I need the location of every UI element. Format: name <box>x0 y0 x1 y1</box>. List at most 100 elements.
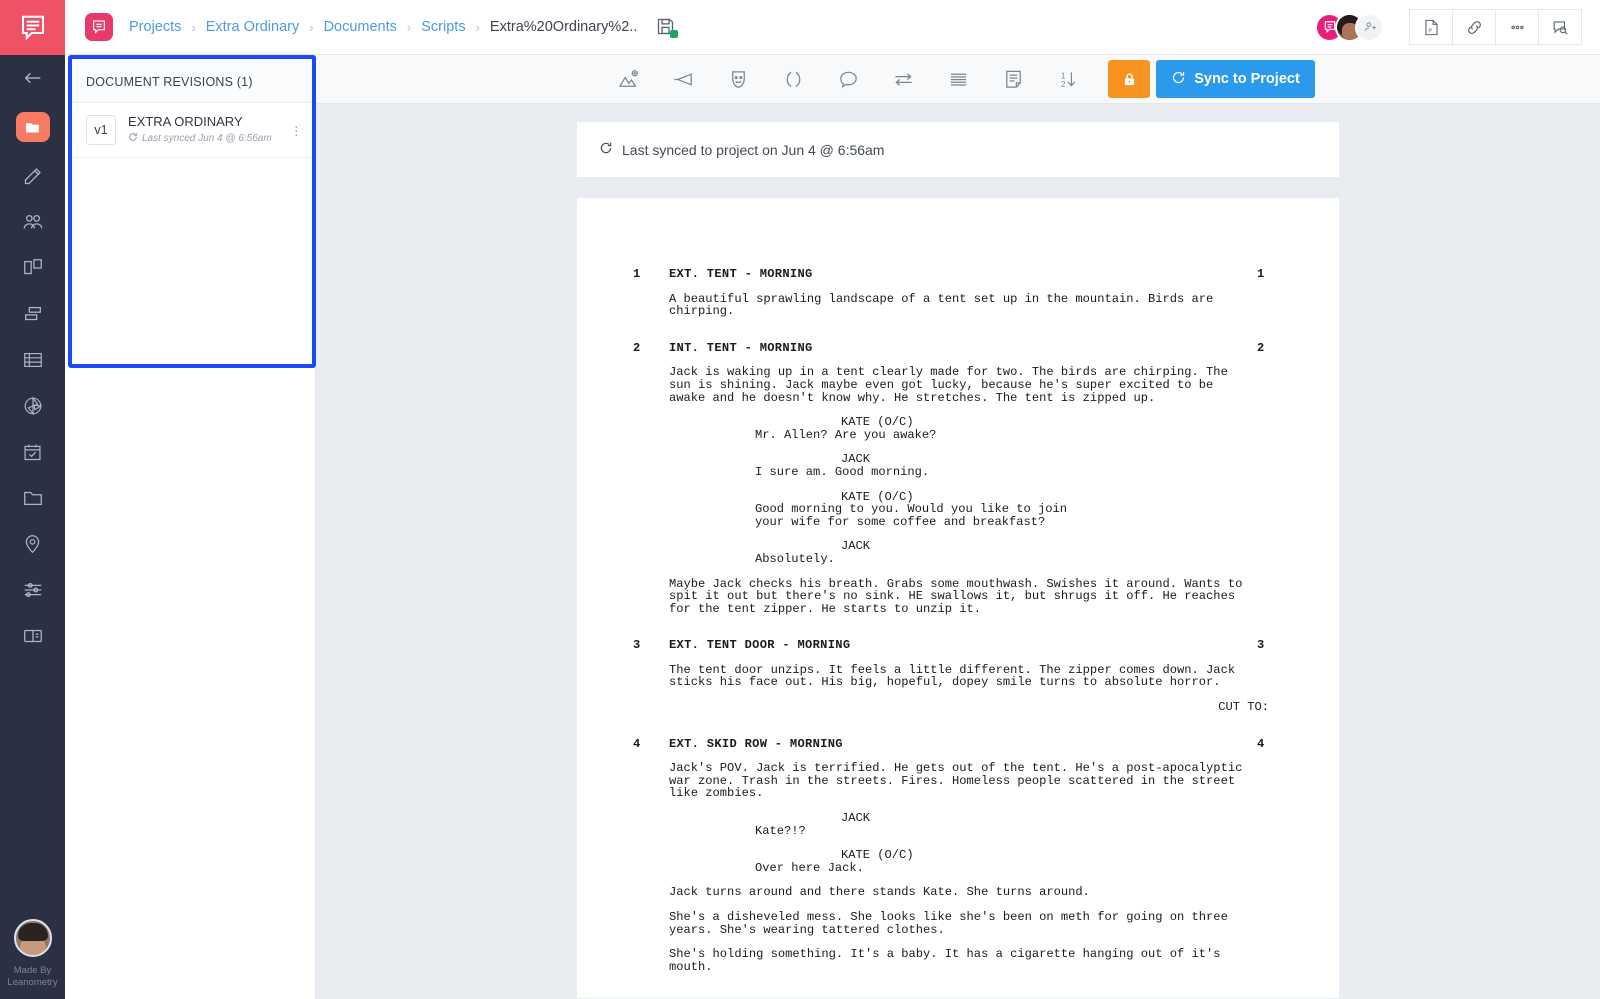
sidebar-item-shot-list[interactable] <box>0 291 65 337</box>
dialogue-tool[interactable] <box>821 59 876 99</box>
sidebar-item-manual[interactable] <box>0 613 65 659</box>
scene-heading-text: EXT. TENT - MORNING <box>669 267 813 281</box>
save-floppy-icon[interactable] <box>655 16 677 38</box>
breadcrumb-item-documents[interactable]: Documents <box>322 17 399 37</box>
breadcrumb-separator: › <box>476 20 480 35</box>
comments-button[interactable] <box>1538 9 1582 45</box>
action-paragraph[interactable]: Jack is waking up in a tent clearly made… <box>669 366 1283 404</box>
character-cue[interactable]: JACK <box>841 812 1283 825</box>
svg-text:P: P <box>1428 28 1432 34</box>
credit-line-2: Leanometry <box>0 977 65 989</box>
sidebar-item-camera[interactable] <box>0 383 65 429</box>
action-paragraph[interactable]: Jack's POV. Jack is terrified. He gets o… <box>669 762 1283 800</box>
revision-sync-status: Last synced Jun 4 @ 6:56am <box>128 132 272 145</box>
sidebar-item-documents[interactable] <box>0 101 65 153</box>
document-sync-status-text: Last synced to project on Jun 4 @ 6:56am <box>622 142 884 158</box>
document-revisions-panel: DOCUMENT REVISIONS (1) v1 EXTRA ORDINARY… <box>68 55 316 368</box>
scene-heading-text: EXT. SKID ROW - MORNING <box>669 737 843 751</box>
action-paragraph[interactable]: The tent door unzips. It feels a little … <box>669 664 1283 689</box>
character-tool[interactable] <box>711 59 766 99</box>
script-page[interactable]: 1EXT. TENT - MORNING1A beautiful sprawli… <box>577 198 1339 998</box>
refresh-icon <box>1171 70 1186 89</box>
export-pdf-button[interactable]: P <box>1409 9 1453 45</box>
scene-number-right: 1 <box>1257 268 1265 281</box>
collaborator-avatars <box>1315 13 1384 42</box>
transition-line[interactable]: CUT TO: <box>633 701 1283 714</box>
sidebar-item-settings-sliders[interactable] <box>0 567 65 613</box>
scene-heading-tool[interactable] <box>601 59 656 99</box>
project-logo-icon[interactable] <box>85 13 113 41</box>
dialogue-line[interactable]: Kate?!? <box>755 825 1283 838</box>
scene-number-left: 3 <box>633 639 641 652</box>
character-cue[interactable]: JACK <box>841 540 1283 553</box>
add-collaborator-button[interactable] <box>1355 13 1384 42</box>
sidebar-item-files[interactable] <box>0 475 65 521</box>
app-logo[interactable] <box>0 0 65 55</box>
document-scroll-area[interactable]: Last synced to project on Jun 4 @ 6:56am… <box>316 104 1600 999</box>
revision-row[interactable]: v1 EXTRA ORDINARY Last synced Jun 4 @ 6:… <box>72 103 312 158</box>
dialogue-line[interactable]: Over here Jack. <box>755 862 1283 875</box>
note-tool[interactable] <box>986 59 1041 99</box>
script-body[interactable]: 1EXT. TENT - MORNING1A beautiful sprawli… <box>633 268 1283 973</box>
refresh-icon <box>599 141 613 158</box>
transition-tool[interactable] <box>876 59 931 99</box>
scene-number-right: 4 <box>1257 738 1265 751</box>
scene-heading[interactable]: 2INT. TENT - MORNING2 <box>669 342 1283 355</box>
megaphone-tool[interactable] <box>656 59 711 99</box>
sidebar-item-locations[interactable] <box>0 521 65 567</box>
parenthetical-tool[interactable] <box>766 59 821 99</box>
action-paragraph[interactable]: She's a disheveled mess. She looks like … <box>669 911 1283 936</box>
dialogue-line[interactable]: Good morning to you. Would you like to j… <box>755 503 1283 528</box>
sidebar-item-cast[interactable] <box>0 199 65 245</box>
scene-heading[interactable]: 4EXT. SKID ROW - MORNING4 <box>669 738 1283 751</box>
sync-to-project-label: Sync to Project <box>1194 71 1300 87</box>
top-bar: Projects › Extra Ordinary › Documents › … <box>65 0 1600 55</box>
dialogue-line[interactable]: Mr. Allen? Are you awake? <box>755 429 1283 442</box>
scene-number-left: 4 <box>633 738 641 751</box>
document-sync-status-bar: Last synced to project on Jun 4 @ 6:56am <box>577 122 1339 177</box>
documents-icon <box>16 112 50 142</box>
breadcrumb-item-projects[interactable]: Projects <box>127 17 183 37</box>
breadcrumb: Projects › Extra Ordinary › Documents › … <box>127 17 639 37</box>
sidebar-item-schedule-table[interactable] <box>0 337 65 383</box>
made-by-credit: Made By Leanometry <box>0 965 65 999</box>
scene-heading-text: EXT. TENT DOOR - MORNING <box>669 638 850 652</box>
dialogue-line[interactable]: I sure am. Good morning. <box>755 466 1283 479</box>
breadcrumb-separator: › <box>191 20 195 35</box>
svg-text:2: 2 <box>1061 80 1066 89</box>
scene-heading-text: INT. TENT - MORNING <box>669 341 813 355</box>
action-paragraph[interactable]: Jack turns around and there stands Kate.… <box>669 886 1283 899</box>
scene-number-left: 2 <box>633 342 641 355</box>
more-options-button[interactable] <box>1495 9 1539 45</box>
sidebar-item-storyboard[interactable] <box>0 245 65 291</box>
action-paragraph[interactable]: A beautiful sprawling landscape of a ten… <box>669 293 1283 318</box>
dialogue-line[interactable]: Absolutely. <box>755 553 1283 566</box>
revision-kebab-menu-icon[interactable]: ··· <box>294 124 298 136</box>
share-link-button[interactable] <box>1452 9 1496 45</box>
sync-to-project-button[interactable]: Sync to Project <box>1156 60 1315 98</box>
sort-numeric-tool[interactable]: 1 2 <box>1041 59 1096 99</box>
revision-name: EXTRA ORDINARY <box>128 114 272 129</box>
revision-sync-text: Last synced Jun 4 @ 6:56am <box>142 133 272 144</box>
credit-line-1: Made By <box>0 965 65 977</box>
sidebar-item-write[interactable] <box>0 153 65 199</box>
scene-heading[interactable]: 1EXT. TENT - MORNING1 <box>669 268 1283 281</box>
action-paragraph[interactable]: She's holding something. It's a baby. It… <box>669 948 1283 973</box>
breadcrumb-item-extra-ordinary[interactable]: Extra Ordinary <box>204 17 301 37</box>
scene-heading[interactable]: 3EXT. TENT DOOR - MORNING3 <box>669 639 1283 652</box>
action-paragraph[interactable]: Maybe Jack checks his breath. Grabs some… <box>669 578 1283 616</box>
character-cue[interactable]: KATE (O/C) <box>841 416 1283 429</box>
breadcrumb-separator: › <box>407 20 411 35</box>
lock-document-button[interactable] <box>1108 60 1150 98</box>
top-bar-actions: P <box>1315 9 1600 45</box>
left-nav-rail: Made By Leanometry <box>0 0 65 999</box>
revisions-title: DOCUMENT REVISIONS (1) <box>72 59 312 103</box>
scene-number-right: 3 <box>1257 639 1265 652</box>
character-cue[interactable]: KATE (O/C) <box>841 849 1283 862</box>
sidebar-item-collapse-arrow[interactable] <box>0 55 65 101</box>
svg-text:1: 1 <box>1061 71 1066 80</box>
sidebar-item-calendar[interactable] <box>0 429 65 475</box>
action-tool[interactable] <box>931 59 986 99</box>
breadcrumb-item-scripts[interactable]: Scripts <box>419 17 467 37</box>
user-avatar[interactable] <box>14 919 52 957</box>
